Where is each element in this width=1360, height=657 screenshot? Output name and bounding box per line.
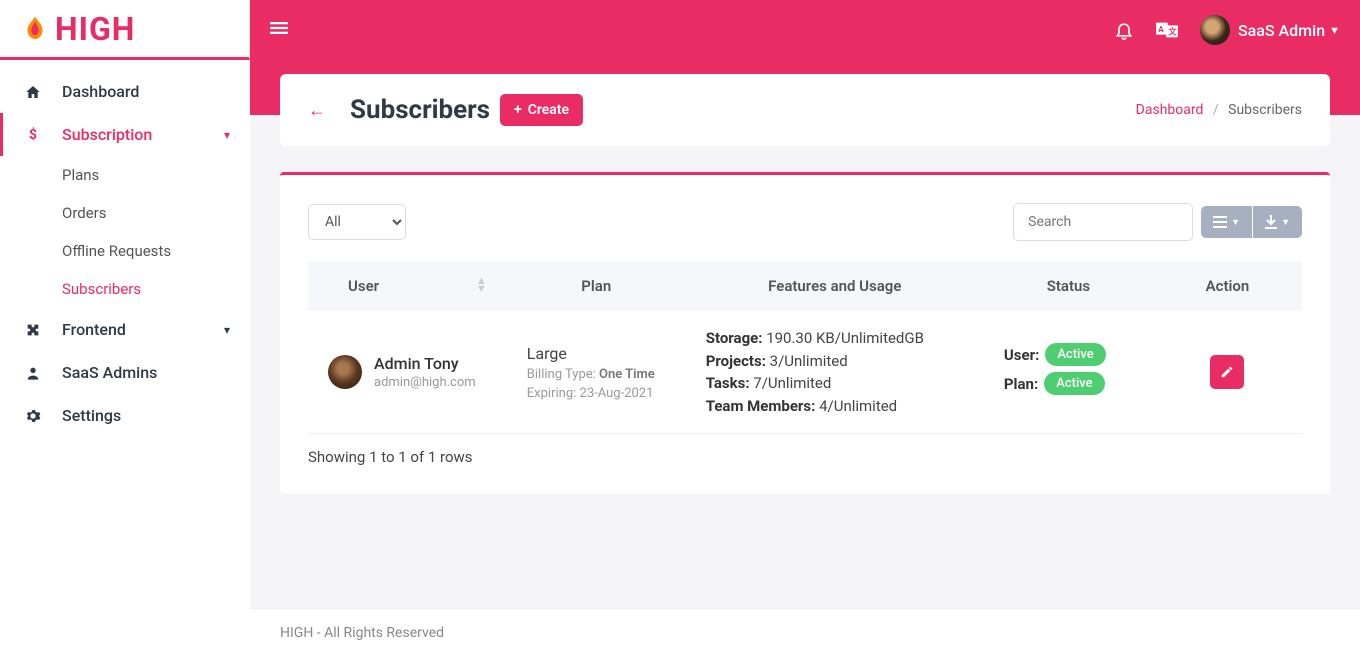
user-name: SaaS Admin (1238, 21, 1325, 40)
nav-settings[interactable]: Settings (0, 394, 250, 437)
create-label: Create (528, 102, 569, 118)
plan-expiring: Expiring: 23-Aug-2021 (527, 386, 666, 401)
status-user: User: Active (1004, 343, 1133, 366)
th-plan[interactable]: Plan (507, 261, 686, 311)
subnav-subscription: Plans Orders Offline Requests Subscriber… (0, 156, 250, 308)
status-plan: Plan: Active (1004, 372, 1133, 395)
subnav-plans[interactable]: Plans (0, 156, 250, 194)
sidebar: HIGH Dashboard $ Subscription ▾ Plans Or… (0, 0, 250, 657)
chevron-down-icon: ▼ (1231, 217, 1240, 228)
feature-projects: Projects: 3/Unlimited (706, 350, 964, 373)
topbar-right: A文 SaaS Admin ▼ (1114, 15, 1340, 45)
logo-text: HIGH (55, 10, 135, 48)
avatar (1200, 15, 1230, 45)
content: ← Subscribers + Create Dashboard / Subsc… (250, 0, 1360, 657)
footer: HIGH - All Rights Reserved (250, 608, 1360, 657)
toolbar: All ▼ ▼ (308, 203, 1302, 241)
create-button[interactable]: + Create (500, 94, 583, 126)
home-icon (24, 84, 42, 100)
dollar-icon: $ (24, 127, 42, 143)
nav-label: Settings (62, 406, 121, 425)
subnav-orders[interactable]: Orders (0, 194, 250, 232)
topbar: A文 SaaS Admin ▼ (250, 0, 1360, 60)
pagination-info: Showing 1 to 1 of 1 rows (308, 448, 1302, 466)
export-button[interactable]: ▼ (1253, 206, 1302, 238)
plan-billing: Billing Type: One Time (527, 367, 666, 382)
nav-dashboard[interactable]: Dashboard (0, 70, 250, 113)
nav-frontend[interactable]: Frontend ▾ (0, 308, 250, 351)
card: All ▼ ▼ (280, 172, 1330, 494)
plan-name: Large (527, 344, 666, 363)
subnav-offline[interactable]: Offline Requests (0, 232, 250, 270)
logo-flame-icon (20, 14, 50, 44)
chevron-down-icon: ▼ (1329, 24, 1340, 37)
language-icon[interactable]: A文 (1156, 21, 1178, 39)
th-action[interactable]: Action (1153, 261, 1302, 311)
download-icon (1265, 215, 1277, 229)
footer-text: HIGH - All Rights Reserved (280, 625, 444, 641)
users-icon (24, 365, 42, 381)
bell-icon[interactable] (1114, 20, 1134, 40)
breadcrumb: Dashboard / Subscribers (1136, 102, 1302, 118)
edit-button[interactable] (1210, 355, 1244, 389)
status-badge: Active (1044, 372, 1104, 395)
svg-text:文: 文 (1168, 27, 1177, 38)
puzzle-icon (24, 322, 42, 338)
table-row: Admin Tony admin@high.com Large Billing … (308, 311, 1302, 434)
chevron-down-icon: ▾ (224, 128, 230, 142)
logo[interactable]: HIGH (0, 0, 250, 60)
th-features[interactable]: Features and Usage (686, 261, 984, 311)
subscribers-table: User ▲▼ Plan Features and Usage Status A… (308, 261, 1302, 434)
feature-members: Team Members: 4/Unlimited (706, 395, 964, 418)
chevron-down-icon: ▼ (1281, 217, 1290, 228)
nav-label: Subscription (62, 125, 152, 144)
feature-storage: Storage: 190.30 KB/UnlimitedGB (706, 327, 964, 350)
row-user-email: admin@high.com (374, 375, 476, 390)
search-input[interactable] (1013, 203, 1193, 241)
nav-subscription[interactable]: $ Subscription ▾ (0, 113, 250, 156)
svg-text:A: A (1158, 25, 1164, 35)
breadcrumb-current: Subscribers (1228, 102, 1302, 118)
breadcrumb-home[interactable]: Dashboard (1136, 102, 1204, 118)
chevron-down-icon: ▾ (224, 323, 230, 337)
back-arrow-icon[interactable]: ← (308, 100, 326, 121)
nav-label: SaaS Admins (62, 363, 157, 382)
list-icon (1213, 216, 1227, 228)
nav-label: Dashboard (62, 82, 139, 101)
columns-button[interactable]: ▼ (1201, 206, 1252, 238)
row-user-name: Admin Tony (374, 354, 476, 373)
th-status[interactable]: Status (984, 261, 1153, 311)
page-title: Subscribers (350, 95, 490, 125)
nav-label: Frontend (62, 320, 126, 339)
table-header-row: User ▲▼ Plan Features and Usage Status A… (308, 261, 1302, 311)
nav-saas-admins[interactable]: SaaS Admins (0, 351, 250, 394)
plus-icon: + (514, 102, 522, 118)
subnav-subscribers[interactable]: Subscribers (0, 270, 250, 308)
gear-icon (24, 408, 42, 424)
breadcrumb-sep: / (1213, 102, 1219, 118)
status-badge: Active (1045, 343, 1105, 366)
filter-select[interactable]: All (308, 204, 406, 240)
nav: Dashboard $ Subscription ▾ Plans Orders … (0, 60, 250, 437)
user-menu[interactable]: SaaS Admin ▼ (1200, 15, 1340, 45)
menu-toggle-icon[interactable] (270, 18, 288, 42)
page-header: ← Subscribers + Create Dashboard / Subsc… (280, 74, 1330, 146)
th-user[interactable]: User ▲▼ (308, 261, 507, 311)
pencil-icon (1220, 365, 1234, 379)
user-cell: Admin Tony admin@high.com (328, 354, 487, 390)
feature-tasks: Tasks: 7/Unlimited (706, 372, 964, 395)
row-avatar (328, 355, 362, 389)
sort-icon: ▲▼ (476, 277, 487, 293)
